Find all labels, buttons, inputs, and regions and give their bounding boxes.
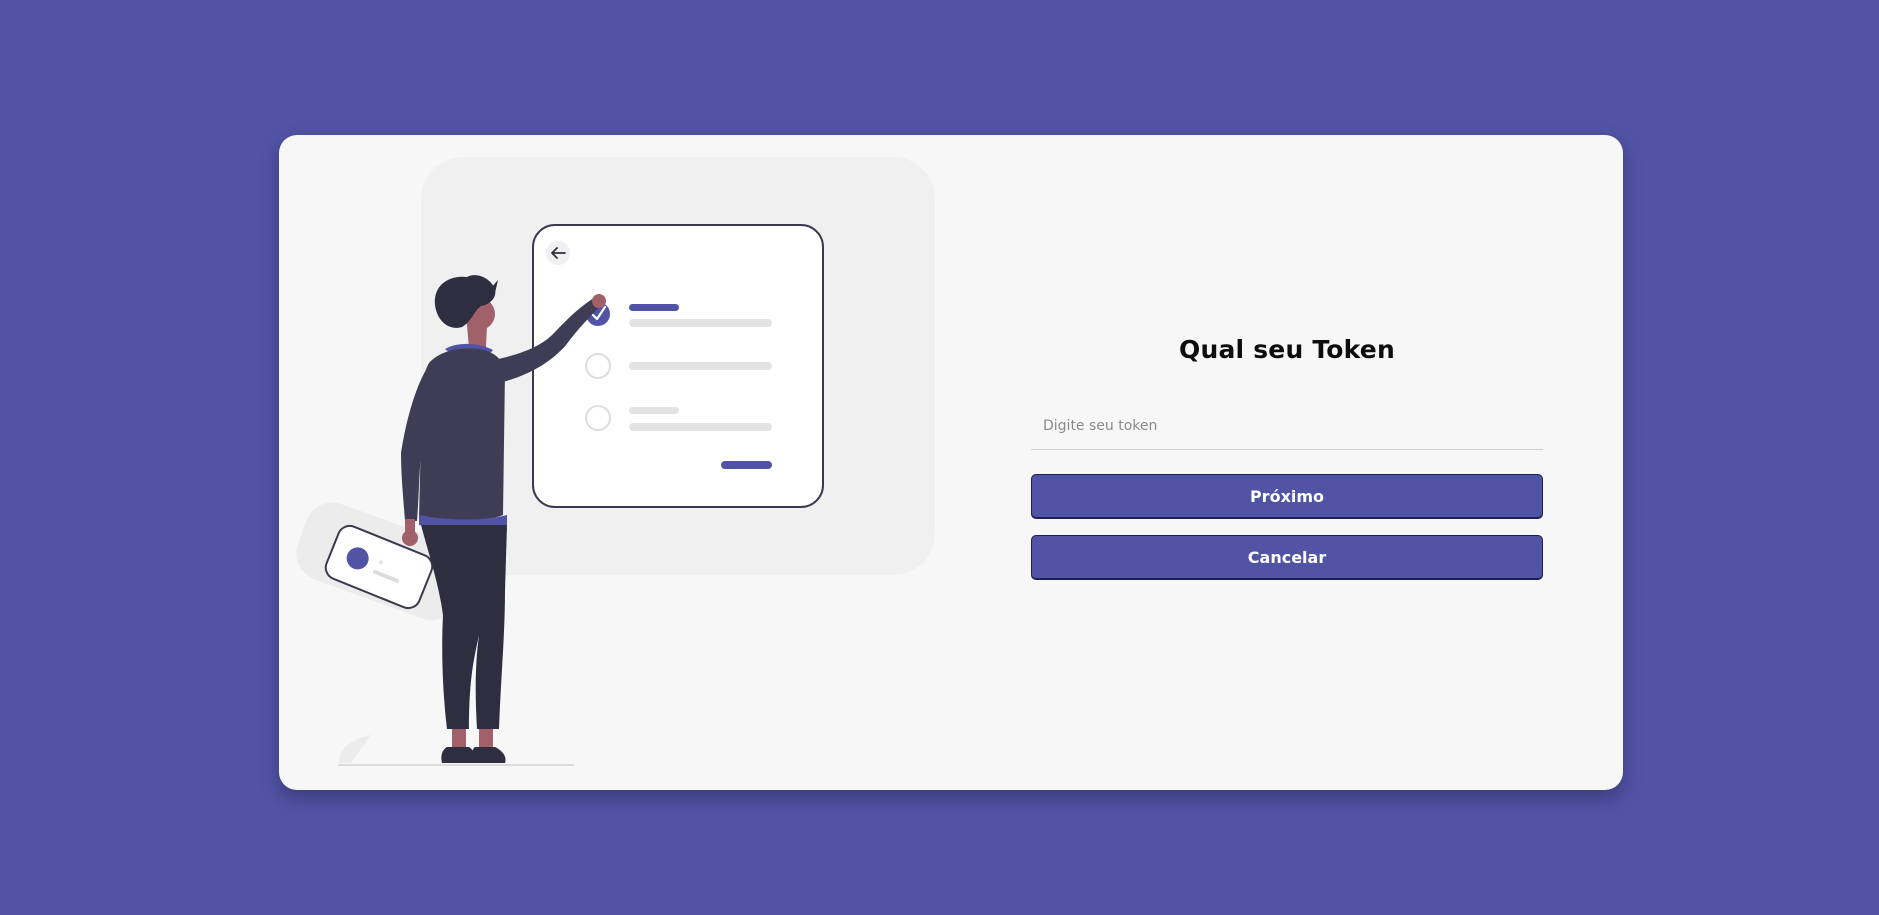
token-input[interactable] [1031, 402, 1543, 450]
checklist-submit-line [721, 461, 772, 469]
token-form: Qual seu Token Próximo Cancelar [1031, 335, 1543, 580]
checklist-line [629, 319, 772, 327]
checklist-illustration [296, 157, 935, 766]
ground-line [338, 764, 574, 766]
checklist-line [629, 304, 679, 311]
cancel-button[interactable]: Cancelar [1031, 535, 1543, 580]
checklist-line [629, 362, 772, 370]
token-card: Qual seu Token Próximo Cancelar [279, 135, 1623, 790]
next-button[interactable]: Próximo [1031, 474, 1543, 519]
checklist-line [629, 423, 772, 431]
checklist-line [629, 407, 679, 414]
plant-icon [339, 735, 371, 763]
page-title: Qual seu Token [1179, 335, 1395, 364]
